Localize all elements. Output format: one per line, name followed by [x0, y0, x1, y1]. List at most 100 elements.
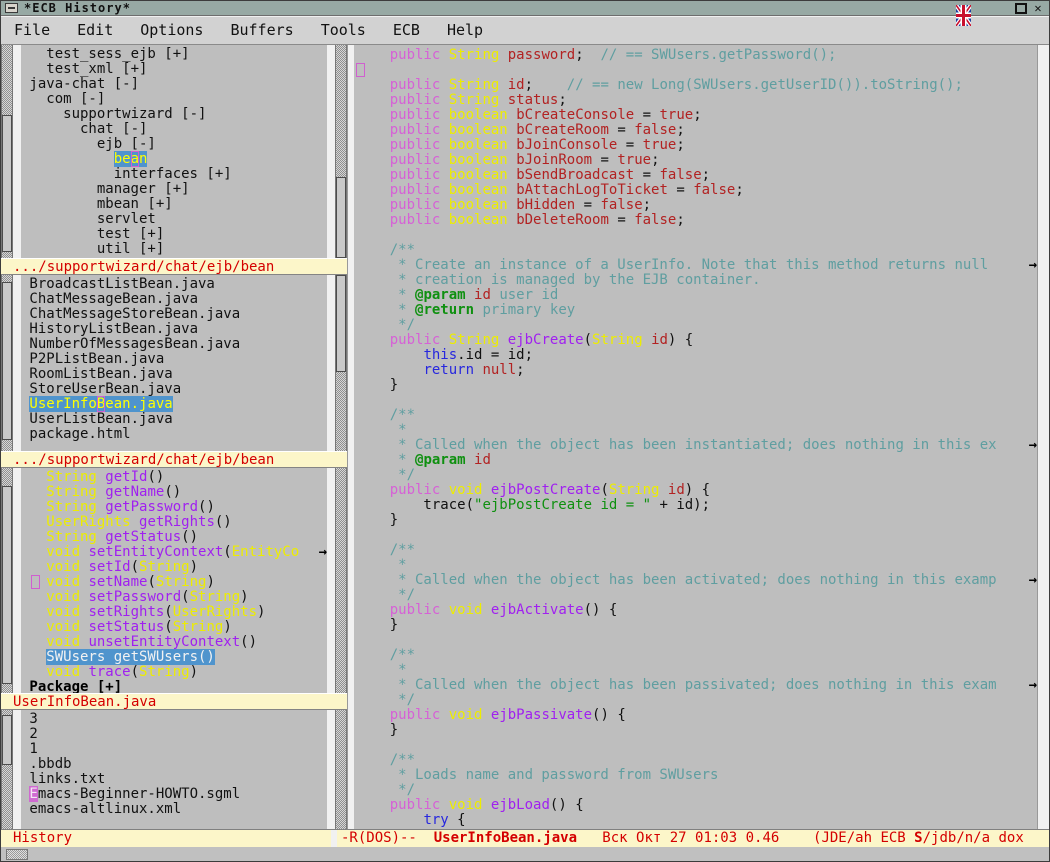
source-file-item[interactable]: RoomListBean.java — [21, 367, 327, 382]
code-line: public String password; // == SWUsers.ge… — [356, 48, 1037, 63]
code-column: public String password; // == SWUsers.ge… — [347, 45, 1049, 829]
method-item[interactable]: void trace(String) — [21, 665, 327, 680]
code-line: * @return primary key — [356, 303, 1037, 318]
fringe — [327, 45, 335, 258]
history-item[interactable]: Emacs-Beginner-HOWTO.sgml — [21, 787, 327, 802]
fringe — [13, 45, 21, 258]
line-truncation-arrow-icon: → — [1029, 258, 1037, 273]
code-line: * Create an instance of a UserInfo. Note… — [356, 258, 1037, 273]
method-item[interactable]: String getName() — [21, 485, 327, 500]
close-button[interactable]: ✕ — [1032, 3, 1044, 14]
history-item[interactable]: 2 — [21, 727, 327, 742]
tree-item[interactable]: test_xml [+] — [21, 62, 327, 77]
scrollbar-methods-right[interactable] — [335, 468, 347, 693]
ecb-left-column: test_sess_ejb [+]test_xml [+]java-chat [… — [1, 45, 347, 829]
code-line: public boolean bAttachLogToTicket = fals… — [356, 183, 1037, 198]
uk-flag-icon[interactable] — [956, 5, 971, 26]
tree-item[interactable]: com [-] — [21, 92, 327, 107]
scrollbar-methods-left[interactable] — [1, 468, 13, 693]
source-file-item[interactable]: HistoryListBean.java — [21, 322, 327, 337]
tree-item[interactable]: java-chat [-] — [21, 77, 327, 92]
method-item[interactable]: UserRights getRights() — [21, 515, 327, 530]
source-file-item[interactable]: UserListBean.java — [21, 412, 327, 427]
fringe — [327, 468, 335, 693]
ecb-directories-panel: test_sess_ejb [+]test_xml [+]java-chat [… — [1, 45, 347, 258]
source-file-item[interactable]: UserInfoBean.java — [21, 397, 327, 412]
method-item[interactable]: void setName(String) — [21, 575, 327, 590]
tree-item[interactable]: chat [-] — [21, 122, 327, 137]
source-file-item[interactable]: BroadcastListBean.java — [21, 277, 327, 292]
method-item[interactable]: void unsetEntityContext() — [21, 635, 327, 650]
tree-item[interactable]: test_sess_ejb [+] — [21, 47, 327, 62]
tree-item[interactable]: ejb [-] — [21, 137, 327, 152]
tree-item[interactable]: interfaces [+] — [21, 167, 327, 182]
history-item[interactable]: 3 — [21, 712, 327, 727]
ecb-history-panel: 321.bbdblinks.txtEmacs-Beginner-HOWTO.sg… — [1, 710, 347, 829]
code-line: public void ejbPostCreate(String id) { — [356, 483, 1037, 498]
code-line: public String status; — [356, 93, 1037, 108]
code-line: * creation is managed by the EJB contain… — [356, 273, 1037, 288]
main-modeline: -R(DOS)-- UserInfoBean.java Вск Окт 27 0… — [337, 829, 1049, 847]
text-cursor — [31, 575, 40, 589]
history-header: UserInfoBean.java — [1, 693, 347, 710]
source-file-item[interactable]: ChatMessageBean.java — [21, 292, 327, 307]
method-item[interactable]: String getStatus() — [21, 530, 327, 545]
menu-file[interactable]: File — [14, 21, 50, 39]
source-file-item[interactable]: package.html — [21, 427, 327, 442]
tree-item[interactable]: supportwizard [-] — [21, 107, 327, 122]
menu-buffers[interactable]: Buffers — [230, 21, 293, 39]
source-file-item[interactable]: P2PListBean.java — [21, 352, 327, 367]
source-file-item[interactable]: StoreUserBean.java — [21, 382, 327, 397]
code-editor[interactable]: public String password; // == SWUsers.ge… — [354, 45, 1037, 829]
scrollbar-history-left[interactable] — [1, 710, 13, 829]
code-line: public boolean bCreateConsole = true; — [356, 108, 1037, 123]
echo-area[interactable] — [1, 847, 1049, 862]
method-item[interactable]: String getId() — [21, 470, 327, 485]
code-line: * Loads name and password from SWUsers — [356, 768, 1037, 783]
history-item[interactable]: links.txt — [21, 772, 327, 787]
scrollbar-code[interactable] — [1037, 45, 1049, 829]
method-item[interactable]: void setEntityContext(EntityCo→ — [21, 545, 327, 560]
window-titlebar[interactable]: *ECB History* ✕ — [1, 1, 1049, 16]
menu-ecb[interactable]: ECB — [393, 21, 420, 39]
tree-item[interactable]: util [+] — [21, 242, 327, 257]
code-line — [356, 738, 1037, 753]
method-item[interactable]: void setId(String) — [21, 560, 327, 575]
scrollbar-tree-left[interactable] — [1, 45, 13, 258]
source-file-item[interactable]: NumberOfMessagesBean.java — [21, 337, 327, 352]
history-item[interactable]: emacs-altlinux.xml — [21, 802, 327, 817]
code-line: this.id = id; — [356, 348, 1037, 363]
method-item[interactable]: void setPassword(String) — [21, 590, 327, 605]
scrollbar-history-right[interactable] — [335, 710, 347, 829]
tree-item[interactable]: test [+] — [21, 227, 327, 242]
line-truncation-arrow-icon: → — [1029, 438, 1037, 453]
fringe — [13, 468, 21, 693]
tree-item[interactable]: mbean [+] — [21, 197, 327, 212]
menu-help[interactable]: Help — [447, 21, 483, 39]
history-item[interactable]: 1 — [21, 742, 327, 757]
method-item[interactable]: Package [+] — [21, 680, 327, 693]
window-menu-icon[interactable] — [5, 3, 18, 13]
scrollbar-tree-right[interactable] — [335, 45, 347, 258]
menu-edit[interactable]: Edit — [77, 21, 113, 39]
menu-tools[interactable]: Tools — [321, 21, 366, 39]
tree-item[interactable]: manager [+] — [21, 182, 327, 197]
method-item[interactable]: void setStatus(String) — [21, 620, 327, 635]
modeline-segment: UserInfoBean.java — [434, 830, 577, 846]
method-item[interactable]: void setRights(UserRights) — [21, 605, 327, 620]
modeline-row: History -R(DOS)-- UserInfoBean.java Вск … — [1, 829, 1049, 847]
tree-item[interactable]: servlet — [21, 212, 327, 227]
history-item[interactable]: .bbdb — [21, 757, 327, 772]
method-item[interactable]: SWUsers getSWUsers() — [21, 650, 327, 665]
menu-options[interactable]: Options — [140, 21, 203, 39]
maximize-button[interactable] — [1015, 3, 1027, 14]
code-line: } — [356, 723, 1037, 738]
line-truncation-arrow-icon: → — [1029, 573, 1037, 588]
source-file-list: BroadcastListBean.javaChatMessageBean.ja… — [21, 275, 327, 451]
code-line — [356, 633, 1037, 648]
source-file-item[interactable]: ChatMessageStoreBean.java — [21, 307, 327, 322]
tree-item[interactable]: bean — [21, 152, 327, 167]
method-item[interactable]: String getPassword() — [21, 500, 327, 515]
scrollbar-sources-left[interactable] — [1, 275, 13, 451]
scrollbar-sources-right[interactable] — [335, 275, 347, 451]
